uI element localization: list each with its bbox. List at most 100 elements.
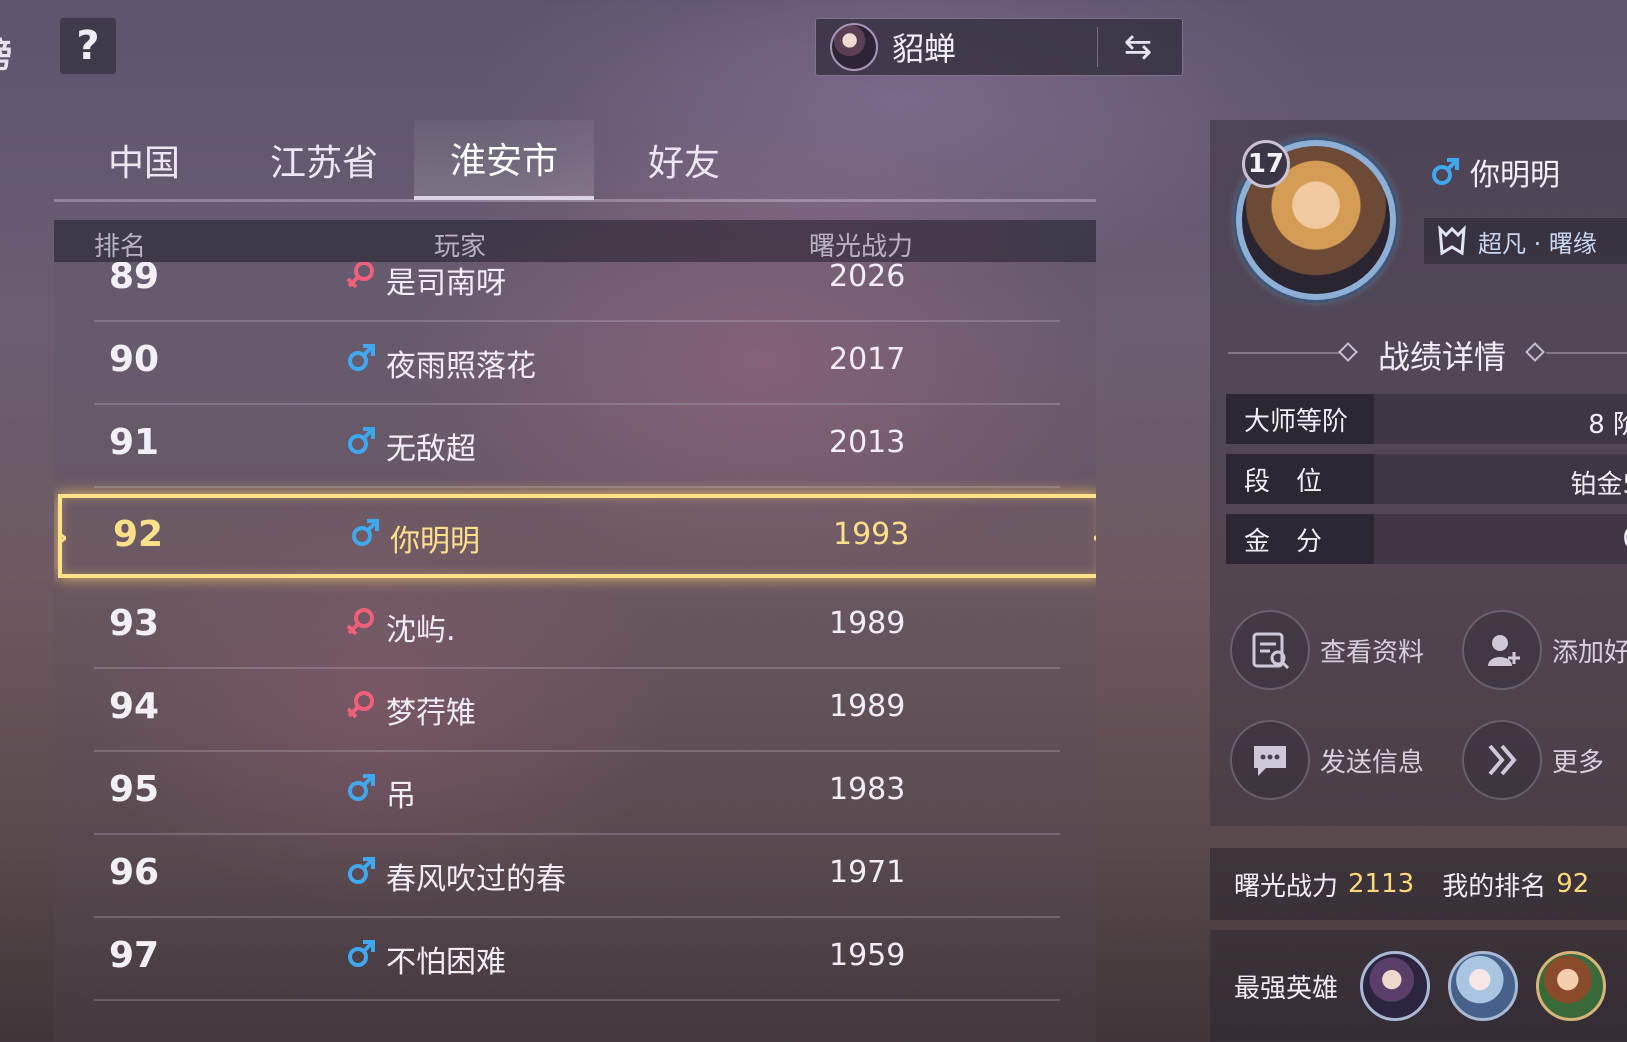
- chevron-left-icon: ‹: [1092, 520, 1096, 555]
- row-rank: 89: [109, 262, 160, 297]
- tabs-divider: [54, 199, 1096, 202]
- row-rank: 95: [109, 769, 160, 810]
- player-level-badge: 17: [1242, 140, 1290, 188]
- stat-row-rank: 段 位 铂金5: [1226, 454, 1627, 504]
- add-friend-button[interactable]: 添加好友: [1462, 610, 1627, 690]
- chat-bubble-icon: [1230, 720, 1310, 800]
- table-row[interactable]: 90 夜雨照落花 2017: [54, 319, 1096, 405]
- stat-row-gold-points: 金 分 0: [1226, 514, 1627, 564]
- tab-china[interactable]: 中国: [54, 120, 234, 200]
- my-score-value: 2113: [1348, 869, 1415, 899]
- player-profile-panel: 17 你明明 超凡 · 曙缘 战绩详情 大师等阶 8 阶 段 位 铂金5 金 分…: [1210, 120, 1627, 826]
- table-row[interactable]: 89 是司南呀 2026: [54, 262, 1096, 322]
- row-rank: 96: [109, 852, 160, 893]
- female-icon: [346, 608, 374, 636]
- best-hero-avatar[interactable]: [1360, 951, 1431, 1021]
- row-divider: [94, 486, 1060, 488]
- my-rank-value: 92: [1556, 869, 1590, 899]
- stat-row-master-tier: 大师等阶 8 阶: [1226, 394, 1627, 444]
- record-details-title: 战绩详情: [1378, 338, 1507, 376]
- table-row[interactable]: 97 不怕困难 1959: [54, 915, 1096, 1001]
- table-row-current-player[interactable]: › 92 你明明 1993 ‹: [56, 494, 1096, 578]
- rank-title-text: 超凡 · 曙缘: [1478, 229, 1597, 258]
- male-icon: [1432, 158, 1459, 185]
- row-score: 1971: [829, 855, 906, 890]
- male-icon: [348, 774, 375, 801]
- section-title-record: 战绩详情: [1210, 332, 1627, 376]
- table-row[interactable]: 91 无敌超 2013: [54, 402, 1096, 488]
- row-score: 1989: [829, 689, 906, 724]
- swap-icon[interactable]: ⇆: [1098, 27, 1178, 67]
- profile-card-icon: [1230, 610, 1310, 690]
- leaderboard-title-edge: 榜: [0, 22, 16, 72]
- row-rank: 91: [109, 422, 160, 463]
- send-message-button[interactable]: 发送信息: [1230, 720, 1424, 800]
- tab-province[interactable]: 江苏省: [234, 120, 414, 200]
- add-friend-icon: [1462, 610, 1542, 690]
- row-player-name: 夜雨照落花: [386, 349, 536, 384]
- female-icon: [346, 262, 374, 289]
- row-rank: 93: [109, 603, 160, 644]
- male-icon: [348, 344, 375, 371]
- diamond-ornament: [1338, 342, 1358, 362]
- title-line-left: [1228, 352, 1340, 354]
- row-score: 1993: [833, 517, 910, 552]
- stat-label: 金 分: [1226, 514, 1374, 564]
- add-friend-label: 添加好友: [1552, 637, 1627, 668]
- my-summary-bar: 曙光战力 2113 我的排名 92: [1210, 848, 1627, 920]
- header-score: 曙光战力: [809, 232, 914, 262]
- my-rank-label: 我的排名: [1442, 871, 1547, 902]
- row-rank: 94: [109, 686, 160, 727]
- stat-value: 铂金5: [1570, 470, 1627, 500]
- crown-banner-icon: [1438, 225, 1466, 256]
- view-profile-button[interactable]: 查看资料: [1230, 610, 1424, 690]
- leaderboard-header: 排名 玩家 曙光战力: [54, 220, 1096, 262]
- question-icon: ?: [76, 23, 100, 69]
- row-score: 2013: [829, 425, 906, 460]
- male-icon: [352, 519, 379, 546]
- row-player-name: 梦荇雉: [386, 696, 476, 731]
- stat-label: 段 位: [1226, 454, 1374, 504]
- male-icon: [348, 427, 375, 454]
- my-score-label: 曙光战力: [1234, 871, 1339, 902]
- best-hero-avatar[interactable]: [1448, 951, 1519, 1021]
- best-heroes-bar: 最强英雄: [1210, 930, 1627, 1042]
- table-row[interactable]: 95 吊 1983: [54, 749, 1096, 835]
- row-rank: 92: [113, 514, 164, 555]
- hero-avatar: [830, 23, 878, 71]
- tab-city[interactable]: 淮安市: [414, 120, 594, 200]
- region-tabs: 中国 江苏省 淮安市 好友: [54, 120, 1096, 204]
- row-player-name: 沈屿.: [386, 613, 456, 648]
- send-message-label: 发送信息: [1320, 747, 1425, 778]
- leaderboard-list[interactable]: 89 是司南呀 2026 90 夜雨照落花 2017 91 无敌超 2013 ›…: [54, 262, 1096, 1042]
- table-row[interactable]: 94 梦荇雉 1989: [54, 666, 1096, 752]
- row-player-name: 不怕困难: [386, 945, 506, 980]
- best-heroes-label: 最强英雄: [1234, 973, 1339, 1004]
- row-player-name: 你明明: [390, 524, 480, 559]
- tab-friends[interactable]: 好友: [594, 120, 774, 200]
- help-button[interactable]: ?: [60, 18, 116, 74]
- male-icon: [348, 940, 375, 967]
- more-button[interactable]: 更多: [1462, 720, 1604, 800]
- stat-label: 大师等阶: [1226, 394, 1374, 444]
- row-divider: [94, 999, 1060, 1001]
- more-label: 更多: [1552, 747, 1605, 778]
- table-row[interactable]: 93 沈屿. 1989: [54, 583, 1096, 669]
- row-player-name: 无敌超: [386, 432, 476, 467]
- row-score: 1989: [829, 606, 906, 641]
- view-profile-label: 查看资料: [1320, 637, 1425, 668]
- stat-value: 8 阶: [1588, 410, 1627, 440]
- table-row[interactable]: 96 春风吹过的春 1971: [54, 832, 1096, 918]
- selected-hero-name: 貂蝉: [892, 30, 957, 68]
- header-player: 玩家: [434, 232, 487, 262]
- hero-switch-selector[interactable]: 貂蝉 ⇆: [815, 18, 1183, 76]
- row-score: 1959: [829, 938, 906, 973]
- row-player-name: 春风吹过的春: [386, 862, 566, 897]
- best-hero-avatar[interactable]: [1536, 951, 1607, 1021]
- row-player-name: 吊: [386, 779, 416, 814]
- row-score: 2026: [829, 262, 906, 294]
- row-score: 1983: [829, 772, 906, 807]
- title-line-right: [1546, 352, 1627, 354]
- rank-title-tag: 超凡 · 曙缘: [1424, 218, 1627, 264]
- double-chevron-icon: [1462, 720, 1542, 800]
